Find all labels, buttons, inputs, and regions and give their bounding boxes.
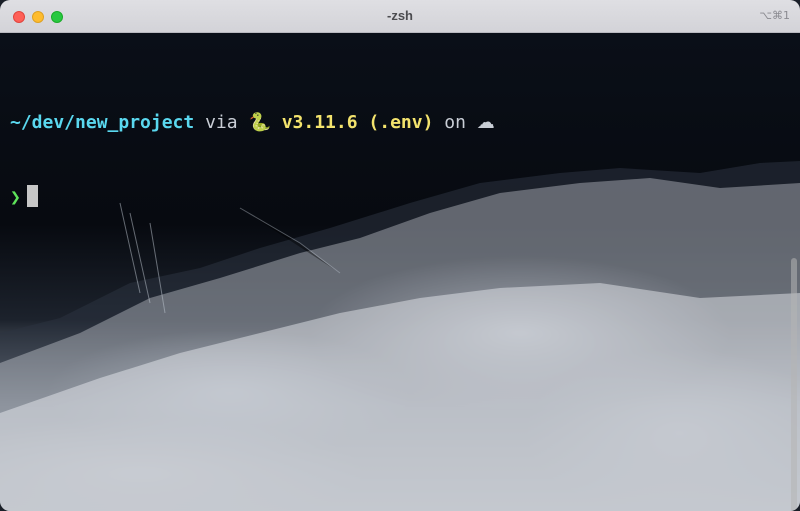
vertical-scrollbar[interactable] (791, 258, 797, 511)
window-title: -zsh (387, 8, 413, 23)
current-directory: ~/dev/new_project (10, 112, 195, 133)
terminal-content[interactable]: ~/dev/new_project via 🐍 v3.11.6 (.env) o… (0, 33, 800, 511)
via-label: via (205, 112, 238, 133)
terminal-output: ~/dev/new_project via 🐍 v3.11.6 (.env) o… (10, 60, 495, 260)
on-label: on (444, 112, 466, 133)
prompt-info-line: ~/dev/new_project via 🐍 v3.11.6 (.env) o… (10, 110, 495, 135)
snake-icon: 🐍 (248, 112, 271, 133)
python-version: v3.11.6 (.env) (281, 112, 434, 133)
window-shortcut: ⌥⌘1 (759, 9, 790, 22)
cloud-icon: ☁ (476, 112, 495, 133)
title-bar[interactable]: -zsh ⌥⌘1 (0, 0, 800, 33)
input-line[interactable]: ❯ (10, 185, 495, 210)
text-cursor[interactable] (26, 185, 38, 207)
prompt-symbol: ❯ (10, 187, 21, 208)
terminal-window: -zsh ⌥⌘1 ~/dev/new_project via 🐍 v3.11.6… (0, 0, 800, 511)
